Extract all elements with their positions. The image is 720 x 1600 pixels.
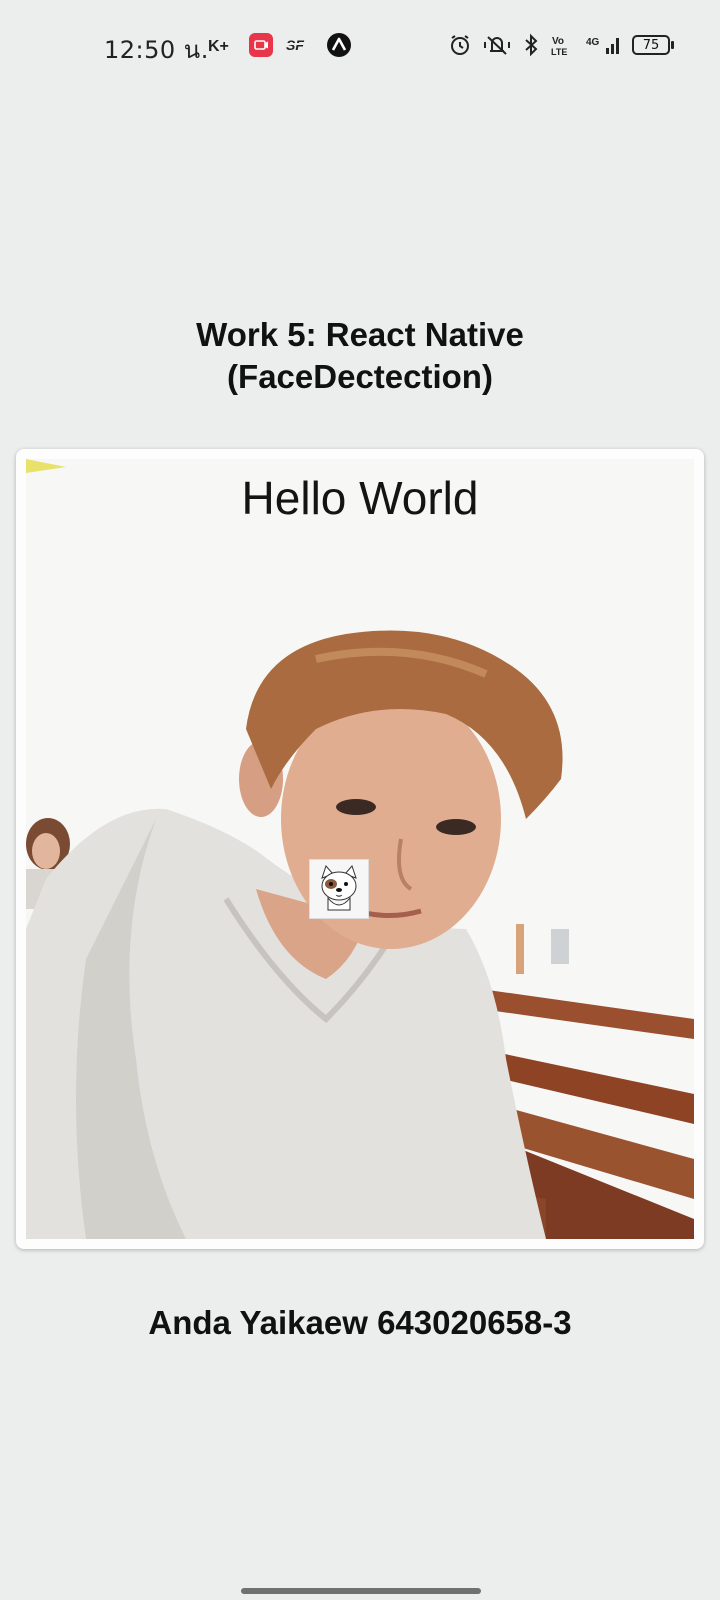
alarm-icon [448,32,472,58]
status-bar: 12:50 น. K+ SF VoLTE 4G 75 [0,0,720,90]
home-indicator[interactable] [241,1588,481,1594]
author-label: Anda Yaikaew 643020658-3 [148,1304,572,1341]
kplus-icon: K+ [208,32,236,58]
sf-icon: SF [286,32,314,58]
screen-record-icon [248,32,274,58]
svg-text:Vo: Vo [552,36,564,47]
notification-icons: K+ SF [208,32,352,58]
page-title: Work 5: React Native (FaceDectection) [0,314,720,398]
vibrate-icon [482,32,512,58]
network-type-label: 4G [586,37,600,48]
signal-icon: 4G [586,32,622,58]
dog-sticker-icon [321,865,357,911]
battery-level: 75 [632,35,674,55]
svg-text:K+: K+ [208,38,229,55]
camera-overlay-text: Hello World [241,472,479,524]
system-icons: Vo LTE 4G 75 [448,32,674,58]
bluetooth-icon [522,32,540,58]
volte-icon: Vo LTE [550,32,576,58]
status-time: 12:50 น. [104,36,209,64]
camera-preview: Hello World [26,459,694,1239]
expo-icon [326,32,352,58]
camera-scene [26,459,694,1239]
camera-card: Hello World [16,449,704,1249]
battery-icon: 75 [632,32,674,58]
svg-text:LTE: LTE [551,47,567,57]
title-line-1: Work 5: React Native [196,316,524,353]
title-line-2: (FaceDectection) [227,358,493,395]
face-detection-sticker [309,859,369,919]
